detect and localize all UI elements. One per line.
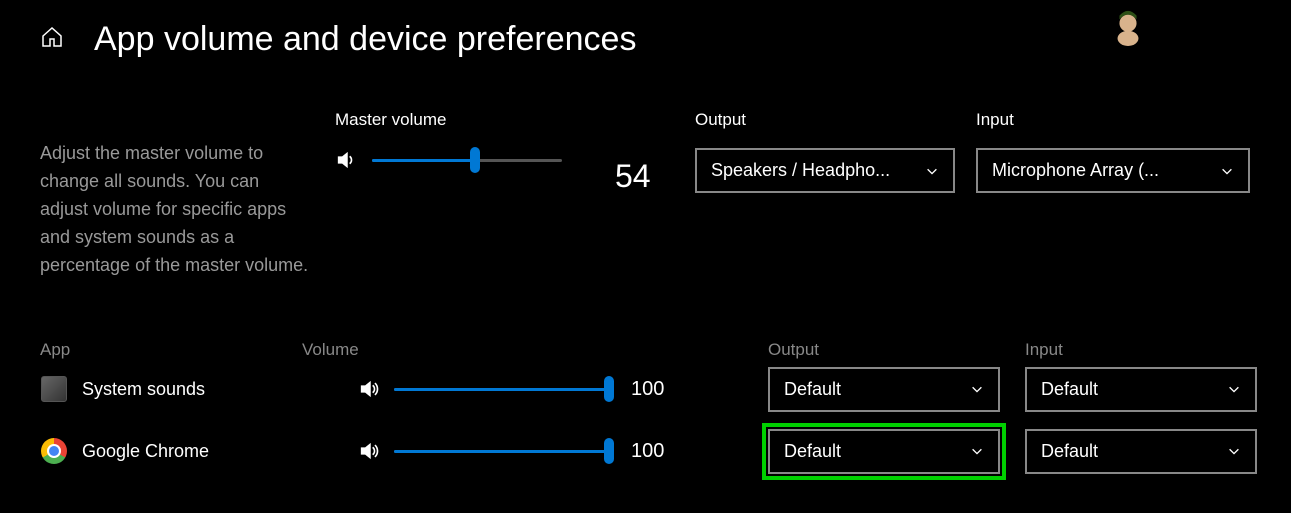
input-master-selected: Microphone Array (... — [992, 160, 1159, 181]
output-master-dropdown[interactable]: Speakers / Headpho... — [695, 148, 955, 193]
app-row: Google Chrome 100 Default Default — [40, 437, 1260, 465]
master-volume-label: Master volume — [335, 110, 562, 130]
chrome-icon — [40, 437, 68, 465]
speaker-icon[interactable] — [358, 440, 380, 462]
app-output-dropdown[interactable]: Default — [768, 429, 1000, 474]
app-name-label: Google Chrome — [82, 441, 282, 462]
home-icon[interactable] — [40, 25, 64, 54]
speaker-icon[interactable] — [358, 378, 380, 400]
app-name-label: System sounds — [82, 379, 282, 400]
app-input-dropdown[interactable]: Default — [1025, 367, 1257, 412]
chevron-down-icon — [1227, 444, 1241, 458]
speaker-icon[interactable] — [335, 149, 357, 171]
column-header-app: App — [40, 340, 70, 360]
chevron-down-icon — [1227, 382, 1241, 396]
chevron-down-icon — [970, 444, 984, 458]
chevron-down-icon — [1220, 164, 1234, 178]
chevron-down-icon — [970, 382, 984, 396]
input-label: Input — [976, 110, 1250, 130]
app-input-selected: Default — [1041, 441, 1098, 462]
output-master-selected: Speakers / Headpho... — [711, 160, 890, 181]
app-row: System sounds 100 Default Default — [40, 375, 1260, 403]
app-output-dropdown[interactable]: Default — [768, 367, 1000, 412]
app-input-dropdown[interactable]: Default — [1025, 429, 1257, 474]
app-volume-slider[interactable] — [394, 439, 609, 463]
column-header-volume: Volume — [302, 340, 359, 360]
app-output-selected: Default — [784, 441, 841, 462]
chevron-down-icon — [925, 164, 939, 178]
app-volume-slider[interactable] — [394, 377, 609, 401]
app-input-selected: Default — [1041, 379, 1098, 400]
page-title: App volume and device preferences — [94, 20, 636, 59]
description-text: Adjust the master volume to change all s… — [40, 140, 310, 279]
output-label: Output — [695, 110, 955, 130]
system-sounds-icon — [40, 375, 68, 403]
app-volume-value: 100 — [631, 440, 671, 463]
column-header-output: Output — [768, 340, 819, 360]
column-header-input: Input — [1025, 340, 1063, 360]
master-volume-value: 54 — [615, 158, 651, 195]
app-output-selected: Default — [784, 379, 841, 400]
profile-avatar-icon — [1109, 8, 1147, 46]
master-volume-slider[interactable] — [372, 148, 562, 172]
input-master-dropdown[interactable]: Microphone Array (... — [976, 148, 1250, 193]
app-volume-value: 100 — [631, 378, 671, 401]
